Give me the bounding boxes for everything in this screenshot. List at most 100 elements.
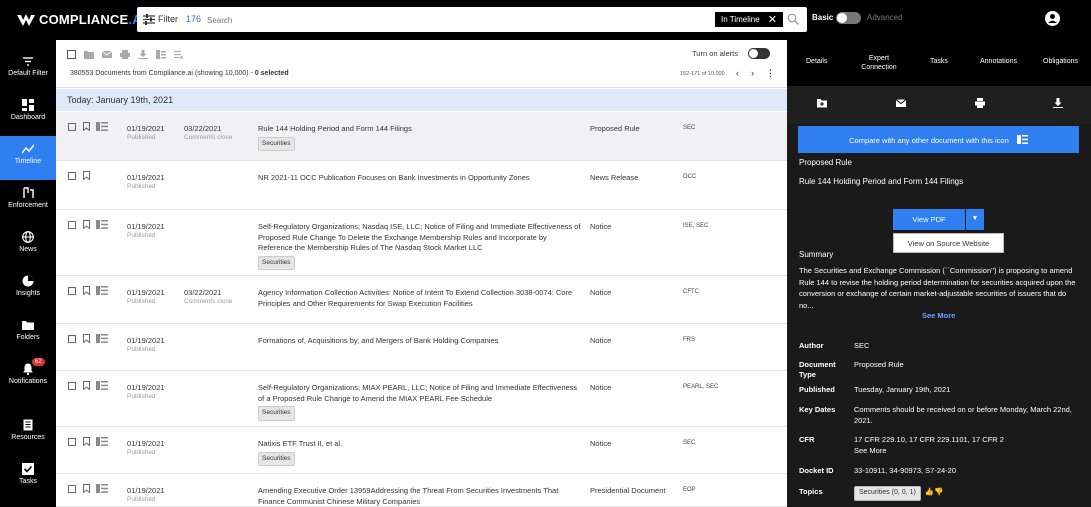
basic-advanced-toggle[interactable] [836, 12, 861, 24]
chevron-right-icon[interactable]: › [751, 68, 754, 78]
bookmark-icon[interactable] [83, 171, 90, 180]
email-icon[interactable] [102, 50, 112, 59]
table-row[interactable]: 01/19/2021 Published 03/22/2021 Comments… [56, 112, 787, 161]
search-icon[interactable] [787, 13, 799, 25]
topic-tag[interactable]: Securities [258, 451, 295, 466]
list-add-icon[interactable] [174, 50, 184, 59]
search-input[interactable] [207, 15, 707, 26]
add-to-folder-icon[interactable] [84, 50, 94, 59]
document-title[interactable]: Self-Regulatory Organizations; MIAX PEAR… [258, 383, 577, 403]
close-icon[interactable]: ✕ [768, 14, 777, 25]
compare-icon[interactable] [96, 286, 108, 295]
bookmark-icon[interactable] [83, 220, 90, 229]
bookmark-icon[interactable] [83, 381, 90, 390]
compare-icon[interactable] [156, 50, 166, 59]
view-source-button[interactable]: View on Source Website [893, 233, 1004, 253]
document-title[interactable]: Natixis ETF Trust II, et al. [258, 439, 342, 448]
sidebar-item-enforcement[interactable]: Enforcement [0, 180, 56, 224]
row-checkbox[interactable] [68, 123, 76, 131]
published-label: Published [127, 134, 156, 141]
topic-tag[interactable]: Securities [258, 136, 295, 151]
table-row[interactable]: 01/19/2021 Published Natixis ETF Trust I… [56, 427, 787, 474]
bookmark-icon[interactable] [83, 122, 90, 131]
bookmark-icon[interactable] [83, 437, 90, 446]
compare-button[interactable]: Compare with any other document with thi… [798, 126, 1079, 153]
bookmark-icon[interactable] [83, 334, 90, 343]
sidebar-item-label: Tasks [19, 478, 37, 485]
tab-tasks[interactable]: Tasks [930, 57, 948, 66]
document-title[interactable]: NR 2021-11 OCC Publication Focuses on Ba… [258, 173, 530, 182]
compare-icon[interactable] [96, 381, 108, 390]
tab-obligations[interactable]: Obligations [1043, 57, 1078, 66]
table-row[interactable]: 01/19/2021 Published NR 2021-11 OCC Publ… [56, 161, 787, 210]
row-checkbox[interactable] [68, 485, 76, 493]
document-title[interactable]: Agency Information Collection Activities… [258, 288, 572, 308]
cfr-see-more-link[interactable]: See More [854, 446, 1082, 457]
document-type: Notice [590, 288, 612, 297]
document-title[interactable]: Self-Regulatory Organizations; Nasdaq IS… [258, 222, 581, 252]
filter-sliders-icon[interactable] [143, 14, 155, 25]
download-icon[interactable] [138, 50, 148, 59]
globe-icon [22, 231, 34, 243]
author-key: Author [799, 341, 824, 350]
compare-icon[interactable] [96, 122, 108, 131]
email-icon[interactable] [896, 98, 906, 108]
tab-details[interactable]: Details [806, 57, 827, 66]
row-checkbox[interactable] [68, 172, 76, 180]
document-title[interactable]: Rule 144 Holding Period and Form 144 Fil… [258, 124, 412, 133]
sidebar-item-resources[interactable]: Resources [0, 412, 56, 456]
sidebar-item-timeline[interactable]: Timeline [0, 136, 56, 180]
thumbs-down-icon[interactable]: 👎 [934, 487, 943, 496]
sidebar-item-label: News [19, 246, 37, 253]
cfr-value: 17 CFR 229.10, 17 CFR 229.1101, 17 CFR 2 [854, 435, 1004, 444]
compare-icon[interactable] [96, 334, 108, 343]
see-more-link[interactable]: See More [922, 311, 955, 320]
topic-tag[interactable]: Securities (0, 0, 1) [854, 486, 921, 501]
table-row[interactable]: 01/19/2021 Published Self-Regulatory Org… [56, 210, 787, 276]
add-to-folder-icon[interactable] [817, 98, 827, 108]
topic-tag[interactable]: Securities [258, 255, 295, 270]
document-count: 380553 Documents from Compliance.ai (sho… [70, 70, 289, 77]
more-options-icon[interactable]: ⋮ [766, 68, 775, 79]
document-title[interactable]: Formations of, Acquisitions by, and Merg… [258, 336, 498, 345]
topic-tag[interactable]: Securities [258, 406, 295, 421]
sidebar-item-default-filter[interactable]: Default Filter [0, 48, 56, 92]
row-checkbox[interactable] [68, 335, 76, 343]
sidebar-item-dashboard[interactable]: Dashboard [0, 92, 56, 136]
chevron-down-icon[interactable]: ▼ [966, 209, 984, 230]
row-checkbox[interactable] [68, 438, 76, 446]
print-icon[interactable] [120, 50, 130, 59]
bookmark-icon[interactable] [83, 286, 90, 295]
compare-icon[interactable] [96, 437, 108, 446]
view-pdf-button[interactable]: View PDF [893, 209, 965, 230]
table-row[interactable]: 01/19/2021 Published Formations of, Acqu… [56, 324, 787, 371]
select-all-checkbox[interactable] [67, 50, 76, 59]
row-checkbox[interactable] [68, 382, 76, 390]
sidebar-item-insights[interactable]: Insights [0, 268, 56, 312]
sidebar-item-news[interactable]: News [0, 224, 56, 268]
scope-chip[interactable]: In Timeline ✕ [715, 12, 783, 27]
compare-icon[interactable] [96, 484, 108, 493]
thumbs-up-icon[interactable]: 👍 [925, 487, 934, 496]
docket-id-key: Docket ID [799, 466, 834, 475]
table-row[interactable]: 01/19/2021 Published Amending Executive … [56, 474, 787, 507]
table-row[interactable]: 01/19/2021 Published 03/22/2021 Comments… [56, 276, 787, 324]
download-icon[interactable] [1053, 98, 1063, 108]
table-row[interactable]: 01/19/2021 Published Self-Regulatory Org… [56, 371, 787, 427]
print-icon[interactable] [975, 98, 985, 108]
document-title[interactable]: Amending Executive Order 13959Addressing… [258, 486, 558, 506]
sidebar-item-notifications[interactable]: 62 Notifications [0, 356, 56, 400]
user-account-icon[interactable] [1045, 11, 1060, 26]
tab-expert-connection[interactable]: Expert Connection [859, 54, 899, 72]
row-checkbox[interactable] [68, 287, 76, 295]
sidebar-item-folders[interactable]: Folders [0, 312, 56, 356]
filter-label[interactable]: Filter [158, 14, 178, 24]
alerts-toggle[interactable] [748, 48, 770, 59]
chevron-left-icon[interactable]: ‹ [736, 68, 739, 78]
bookmark-icon[interactable] [83, 484, 90, 493]
sidebar-item-tasks[interactable]: Tasks [0, 456, 56, 500]
logo[interactable]: COMPLIANCE.AI [17, 12, 146, 27]
tab-annotations[interactable]: Annotations [980, 57, 1017, 66]
compare-icon[interactable] [96, 220, 108, 229]
row-checkbox[interactable] [68, 221, 76, 229]
